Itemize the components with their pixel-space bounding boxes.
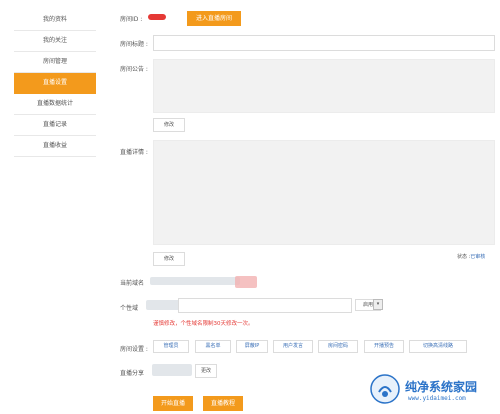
room-password-button[interactable]: 房间密码: [318, 340, 358, 353]
live-tutorial-button[interactable]: 直播教程: [203, 396, 243, 411]
user-speech-button[interactable]: 用户发言: [273, 340, 313, 353]
room-settings-label: 房间设置 :: [120, 346, 148, 353]
start-live-button[interactable]: 开始直播: [153, 396, 193, 411]
live-preview-button[interactable]: 开播预告: [364, 340, 404, 353]
room-notice-label: 房间公告 :: [120, 66, 148, 73]
status-value: 已审核: [470, 254, 486, 260]
blacklist-button[interactable]: 黑名单: [195, 340, 231, 353]
watermark-url: www.yidaimei.com: [408, 395, 466, 402]
block-ip-button[interactable]: 屏蔽IP: [236, 340, 268, 353]
room-title-label: 房间标题 :: [120, 41, 148, 48]
live-share-value-blurred: [152, 364, 192, 376]
sidebar-item-profile[interactable]: 我的资料: [14, 10, 96, 31]
personal-domain-note: 谨慎修改，个性域名限制30天修改一次。: [153, 321, 254, 327]
status-label: 状态 :: [457, 254, 471, 260]
chevron-down-icon[interactable]: ▾: [373, 299, 383, 310]
live-details-edit-button[interactable]: 修改: [153, 252, 185, 266]
domain-value-blurred: [150, 277, 240, 285]
sidebar-item-live-statistics[interactable]: 直播数据统计: [14, 94, 96, 115]
personal-domain-label: 个性域: [120, 305, 139, 312]
live-details-textarea[interactable]: [153, 140, 495, 245]
room-notice-textarea[interactable]: [153, 59, 495, 113]
watermark-title: 纯净系统家园: [405, 380, 478, 394]
domain-label: 当前域名: [120, 280, 145, 287]
sidebar: 我的资料 我的关注 房间管理 直播设置 直播数据统计 直播记录 直播收益: [14, 10, 96, 157]
enter-live-room-button[interactable]: 进入直播房间: [187, 11, 241, 26]
status-row: 状态 :已审核: [457, 253, 485, 260]
watermark-logo-icon: [370, 374, 400, 404]
sidebar-item-following[interactable]: 我的关注: [14, 31, 96, 52]
room-id-redacted: [148, 14, 166, 20]
sidebar-item-live-earnings[interactable]: 直播收益: [14, 136, 96, 157]
personal-domain-input[interactable]: [178, 298, 352, 313]
room-id-label: 房间ID :: [120, 16, 143, 23]
live-details-label: 直播详情 :: [120, 149, 148, 156]
room-notice-edit-button[interactable]: 修改: [153, 118, 185, 132]
domain-value-redacted: [235, 276, 257, 288]
switch-hd-line-button[interactable]: 切换高清线路: [409, 340, 467, 353]
sidebar-item-live-settings[interactable]: 直播设置: [14, 73, 96, 94]
personal-domain-select-value: 启用: [362, 302, 373, 308]
sidebar-item-room-management[interactable]: 房间管理: [14, 52, 96, 73]
admin-button[interactable]: 管理员: [153, 340, 189, 353]
sidebar-item-live-records[interactable]: 直播记录: [14, 115, 96, 136]
room-title-input[interactable]: [153, 35, 495, 51]
live-share-label: 直播分享: [120, 370, 145, 377]
live-share-edit-button[interactable]: 更改: [195, 364, 217, 378]
